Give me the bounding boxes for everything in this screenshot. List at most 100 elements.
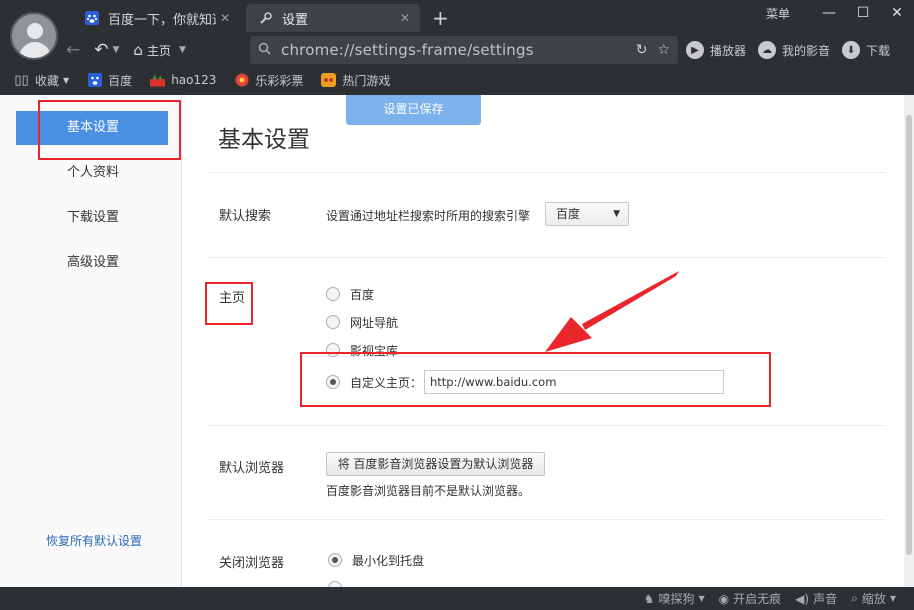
speaker-icon: ◀)	[795, 591, 810, 606]
restore-defaults-link[interactable]: 恢复所有默认设置	[46, 532, 142, 549]
player-label: 播放器	[710, 43, 747, 58]
wrench-icon	[258, 10, 274, 26]
minimize-button[interactable]: —	[812, 5, 846, 21]
chevron-down-icon: ▼	[698, 594, 705, 603]
radio-label: 网址导航	[350, 315, 399, 330]
maximize-button[interactable]: ☐	[846, 5, 880, 21]
divider	[208, 257, 886, 258]
select-value: 百度	[556, 207, 581, 221]
saved-toast: 设置已保存	[346, 95, 481, 125]
browser-chrome: 百度一下，你就知道 ✕ 设置 ✕ + 菜单 — ☐ ✕ ← ↶ ▼ ⌂ 主页 ▼…	[0, 0, 914, 95]
bookmark-baidu[interactable]: 百度	[87, 72, 132, 89]
divider	[208, 519, 886, 520]
chevron-down-icon: ▼	[63, 75, 70, 85]
bookmarks-bar: ▯▯ 收藏 ▼ 百度 hao123 乐彩彩票 热门游戏	[14, 70, 408, 90]
zoom-button[interactable]: ⌕ 缩放 ▼	[851, 590, 896, 607]
status-label: 开启无痕	[733, 592, 782, 606]
status-label: 缩放	[861, 592, 886, 606]
dog-icon: ♞	[643, 591, 655, 606]
chevron-down-icon: ▼	[613, 209, 620, 219]
close-icon[interactable]: ✕	[396, 11, 414, 25]
eye-icon: ◉	[718, 591, 730, 606]
tab-settings[interactable]: 设置 ✕	[246, 4, 420, 32]
play-icon: ▶	[686, 41, 704, 59]
radio-button[interactable]	[326, 287, 340, 301]
download-label: 下载	[866, 43, 891, 58]
bookmark-label: 收藏	[35, 73, 60, 88]
star-icon[interactable]: ☆	[657, 42, 670, 58]
undo-arrow-icon[interactable]: ↶	[94, 40, 108, 60]
zoom-icon: ⌕	[851, 591, 858, 605]
chevron-down-icon[interactable]: ▼	[113, 45, 120, 55]
section-label-search: 默认搜索	[219, 209, 272, 224]
settings-main: 设置已保存 基本设置 默认搜索 设置通过地址栏搜索时所用的搜索引擎 百度 ▼ 主…	[182, 95, 904, 595]
page-title: 基本设置	[218, 127, 310, 153]
incognito-button[interactable]: ◉ 开启无痕	[719, 590, 782, 607]
homepage-option-nav[interactable]: 网址导航	[326, 313, 398, 331]
player-button[interactable]: ▶ 播放器	[686, 41, 746, 59]
close-option-minimize[interactable]: 最小化到托盘	[328, 551, 424, 569]
menu-button[interactable]: 菜单	[766, 5, 790, 22]
lottery-icon	[234, 73, 249, 88]
bookmark-games[interactable]: 热门游戏	[321, 72, 390, 89]
search-description: 设置通过地址栏搜索时所用的搜索引擎	[326, 209, 531, 223]
bookmark-label: hao123	[171, 73, 217, 87]
close-window-button[interactable]: ✕	[880, 5, 914, 21]
section-label-default-browser: 默认浏览器	[219, 461, 285, 476]
vertical-scrollbar[interactable]	[904, 95, 914, 587]
refresh-icon[interactable]: ↻	[636, 42, 648, 58]
bookmark-label: 热门游戏	[342, 73, 391, 88]
baidu-paw-icon	[84, 10, 100, 26]
baidu-paw-icon	[87, 73, 102, 88]
set-default-browser-button[interactable]: 将 百度影音浏览器设置为默认浏览器	[326, 452, 545, 476]
divider	[208, 172, 886, 173]
back-arrow-icon[interactable]: ←	[66, 40, 80, 60]
annotation-box-homepage-label	[205, 282, 253, 325]
my-media-button[interactable]: ☁ 我的影音	[758, 41, 830, 59]
bookmark-favorites[interactable]: ▯▯ 收藏 ▼	[14, 72, 69, 89]
home-button[interactable]: ⌂ 主页 ▼	[133, 41, 185, 59]
my-media-label: 我的影音	[782, 43, 831, 58]
sidebar-item-download[interactable]: 下载设置	[16, 201, 168, 235]
url-text: chrome://settings-frame/settings	[281, 41, 534, 59]
status-label: 嗅探狗	[658, 592, 695, 606]
homepage-option-baidu[interactable]: 百度	[326, 285, 374, 303]
sidebar-item-profile[interactable]: 个人资料	[16, 156, 168, 190]
chevron-down-icon: ▼	[889, 594, 896, 603]
bookmark-hao123[interactable]: hao123	[150, 73, 216, 88]
home-label: 主页	[146, 43, 171, 58]
bookmark-label: 百度	[108, 73, 133, 88]
radio-button-selected[interactable]	[328, 553, 342, 567]
radio-button[interactable]	[326, 315, 340, 329]
sidebar-item-advanced[interactable]: 高级设置	[16, 246, 168, 280]
tab-label: 设置	[282, 12, 309, 28]
nav-toolbar: ← ↶ ▼ ⌂ 主页 ▼	[66, 36, 198, 64]
radio-label: 最小化到托盘	[352, 553, 425, 568]
status-label: 声音	[813, 592, 838, 606]
scrollbar-thumb[interactable]	[906, 115, 912, 555]
close-icon[interactable]: ✕	[216, 11, 234, 25]
right-toolbar: ▶ 播放器 ☁ 我的影音 ⬇ 下载	[686, 38, 902, 62]
sound-button[interactable]: ◀) 声音	[795, 590, 837, 607]
bookmark-label: 乐彩彩票	[255, 73, 304, 88]
tab-baidu[interactable]: 百度一下，你就知道 ✕	[74, 4, 240, 32]
avatar-body	[19, 42, 51, 58]
book-icon: ▯▯	[14, 72, 29, 88]
settings-sidebar: 基本设置 个人资料 下载设置 高级设置 恢复所有默认设置	[0, 95, 182, 587]
game-icon	[321, 73, 337, 88]
download-button[interactable]: ⬇ 下载	[842, 41, 890, 59]
new-tab-button[interactable]: +	[432, 6, 449, 30]
bookmark-lottery[interactable]: 乐彩彩票	[234, 72, 303, 89]
hao123-icon	[150, 73, 166, 88]
divider	[208, 425, 886, 426]
download-icon: ⬇	[842, 41, 861, 59]
sniffer-button[interactable]: ♞ 嗅探狗 ▼	[644, 590, 705, 607]
chevron-down-icon: ▼	[178, 45, 186, 55]
cloud-icon: ☁	[758, 41, 777, 59]
address-bar[interactable]: chrome://settings-frame/settings ↻ ☆	[250, 36, 678, 64]
search-engine-select[interactable]: 百度 ▼	[545, 202, 629, 226]
home-icon: ⌂	[133, 41, 143, 59]
default-browser-status: 百度影音浏览器目前不是默认浏览器。	[326, 484, 531, 498]
annotation-box-basic-settings	[38, 100, 181, 160]
user-avatar[interactable]	[10, 12, 58, 60]
